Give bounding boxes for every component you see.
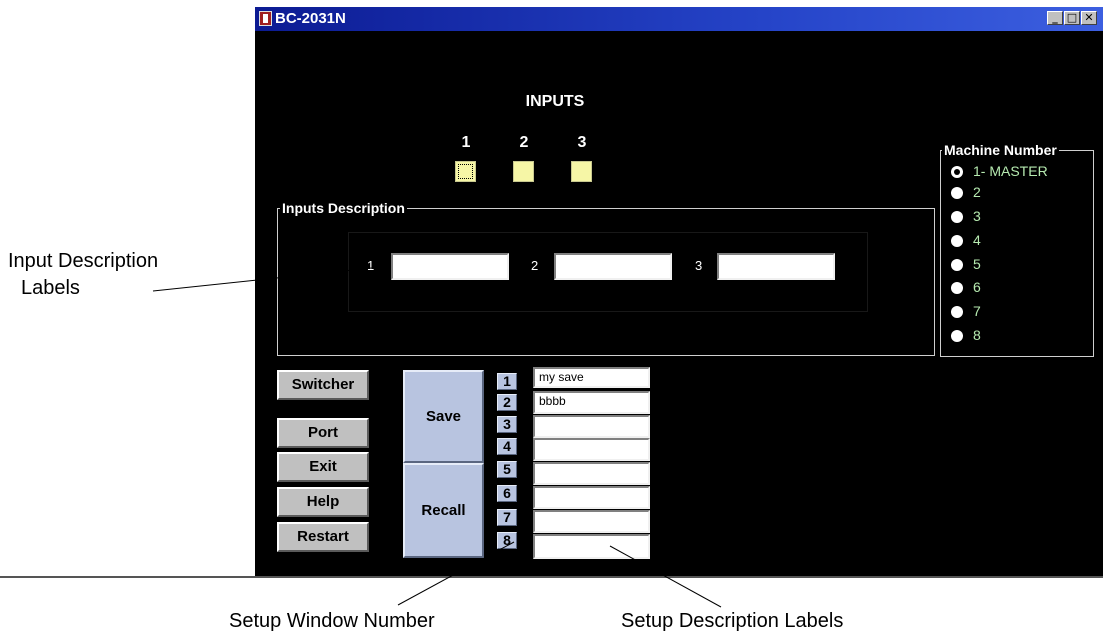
annotation-input-description-labels: Input Description: [8, 250, 159, 272]
leader-line-setup-description: [609, 545, 722, 608]
annotation-input-description-labels-line2: Labels: [21, 277, 80, 299]
leader-line-setup-window-number: [397, 541, 515, 606]
leader-line-input-description: [152, 265, 391, 292]
annotation-setup-description-labels: Setup Description Labels: [621, 610, 844, 632]
annotation-setup-window-number: Setup Window Number: [229, 610, 435, 632]
annotation-leader-lines: [152, 265, 722, 608]
